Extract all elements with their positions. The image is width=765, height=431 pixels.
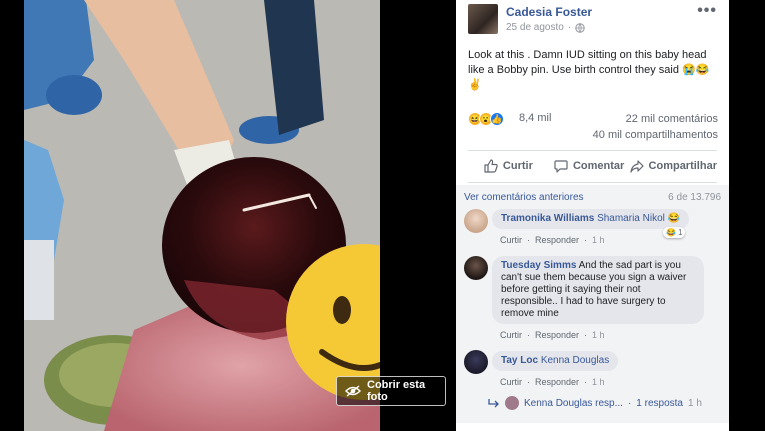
post-meta: 25 de agosto · [506, 22, 585, 33]
separator-dot: · [584, 377, 588, 387]
post-header: Cadesia Foster 25 de agosto · ••• [456, 0, 729, 40]
dot-separator: · [567, 22, 572, 33]
comment-bubble-icon [554, 160, 568, 173]
comment-bubble: Tay Loc Kenna Douglas [492, 351, 619, 371]
share-button[interactable]: Compartilhar [629, 154, 717, 178]
photo-illustration [24, 0, 380, 431]
post-date[interactable]: 25 de agosto [506, 22, 564, 33]
comment-label: Comentar [572, 160, 625, 172]
share-count[interactable]: 40 mil compartilhamentos [593, 129, 718, 141]
comment-time: 1 h [592, 235, 605, 245]
comment-like-link[interactable]: Curtir [500, 235, 522, 245]
comment-tag[interactable]: Shamaria Nikol [597, 213, 665, 224]
post-text: Look at this . Damn IUD sitting on this … [468, 49, 710, 91]
reaction-icons: 😆 😮 👍 [468, 112, 504, 126]
comment-tag[interactable]: Kenna Douglas [541, 355, 609, 366]
comment-button[interactable]: Comentar [549, 154, 630, 178]
like-button[interactable]: Curtir [468, 154, 549, 178]
comment-actions: Curtir · Responder · 1 h [500, 330, 605, 340]
cover-photo-button[interactable]: Cobrir esta foto [336, 376, 446, 406]
separator-dot: · [584, 235, 588, 245]
comments-section: Ver comentários anteriores 6 de 13.796 T… [456, 185, 729, 431]
comment-count[interactable]: 22 mil comentários [626, 113, 718, 125]
more-dots-icon[interactable]: ••• [697, 2, 717, 20]
cover-photo-label: Cobrir esta foto [367, 379, 426, 403]
author-name[interactable]: Cadesia Foster [506, 5, 592, 19]
comment-reply-link[interactable]: Responder [535, 235, 579, 245]
share-label: Compartilhar [648, 160, 717, 172]
divider [468, 150, 717, 151]
author-avatar[interactable] [468, 4, 498, 34]
comment-like-link[interactable]: Curtir [500, 330, 522, 340]
comment-time: 1 h [592, 377, 605, 387]
reply-avatar [505, 396, 519, 410]
reactions-summary[interactable]: 😆 😮 👍 8,4 mil 22 mil comentários 40 mil … [468, 110, 718, 150]
thumbs-up-icon [484, 159, 498, 173]
post-photo[interactable] [24, 0, 380, 431]
separator-dot: · [584, 330, 588, 340]
comment-avatar[interactable] [464, 209, 488, 233]
share-arrow-icon [629, 160, 644, 173]
comment-like-link[interactable]: Curtir [500, 377, 522, 387]
replies-link[interactable]: 1 resposta [636, 398, 683, 409]
separator-dot: · [527, 235, 530, 245]
separator-dot: · [527, 377, 530, 387]
comment-reply-link[interactable]: Responder [535, 330, 579, 340]
reply-time: 1 h [688, 397, 702, 409]
comment-bubble: Tuesday Simms And the sad part is you ca… [492, 256, 704, 324]
comment-avatar[interactable] [464, 350, 488, 374]
photo-viewer-stage: Cobrir esta foto Cadesia Foster 25 de ag… [0, 0, 765, 431]
comment-input-strip [456, 423, 729, 431]
comment-author[interactable]: Tramonika Williams [501, 213, 594, 224]
separator-dot: · [627, 397, 632, 409]
post-actions: Curtir Comentar Compartilhar [468, 154, 717, 178]
comment-reaction-badge[interactable]: 😂 1 [663, 227, 686, 238]
view-previous-comments-link[interactable]: Ver comentários anteriores [464, 192, 584, 203]
comment-time: 1 h [592, 330, 605, 340]
separator-dot: · [527, 330, 530, 340]
comment-text: 😂 [667, 213, 681, 224]
view-replies-row[interactable]: Kenna Douglas resp... · 1 resposta 1 h [488, 396, 702, 410]
reaction-count[interactable]: 8,4 mil [519, 112, 551, 124]
comment-reply-link[interactable]: Responder [535, 377, 579, 387]
comment-bubble: Tramonika Williams Shamaria Nikol 😂 [492, 209, 690, 229]
comment-actions: Curtir · Responder · 1 h [500, 377, 605, 387]
post-panel: Cadesia Foster 25 de agosto · ••• Look a… [456, 0, 729, 431]
comment-author[interactable]: Tuesday Simms [501, 260, 576, 271]
comments-range: 6 de 13.796 [668, 192, 721, 203]
divider [468, 182, 717, 183]
globe-icon [575, 22, 585, 33]
comment-author[interactable]: Tay Loc [501, 355, 538, 366]
reply-author: Kenna Douglas resp... [524, 397, 623, 409]
comment-avatar[interactable] [464, 256, 488, 280]
eye-slash-icon [345, 385, 361, 397]
haha-reaction-icon: 😂 [666, 228, 676, 237]
comment-reaction-count: 1 [677, 228, 683, 237]
reply-arrow-icon [488, 399, 499, 408]
comment-actions: Curtir · Responder · 1 h [500, 235, 605, 245]
like-label: Curtir [502, 160, 533, 172]
like-reaction-icon: 👍 [490, 112, 504, 126]
